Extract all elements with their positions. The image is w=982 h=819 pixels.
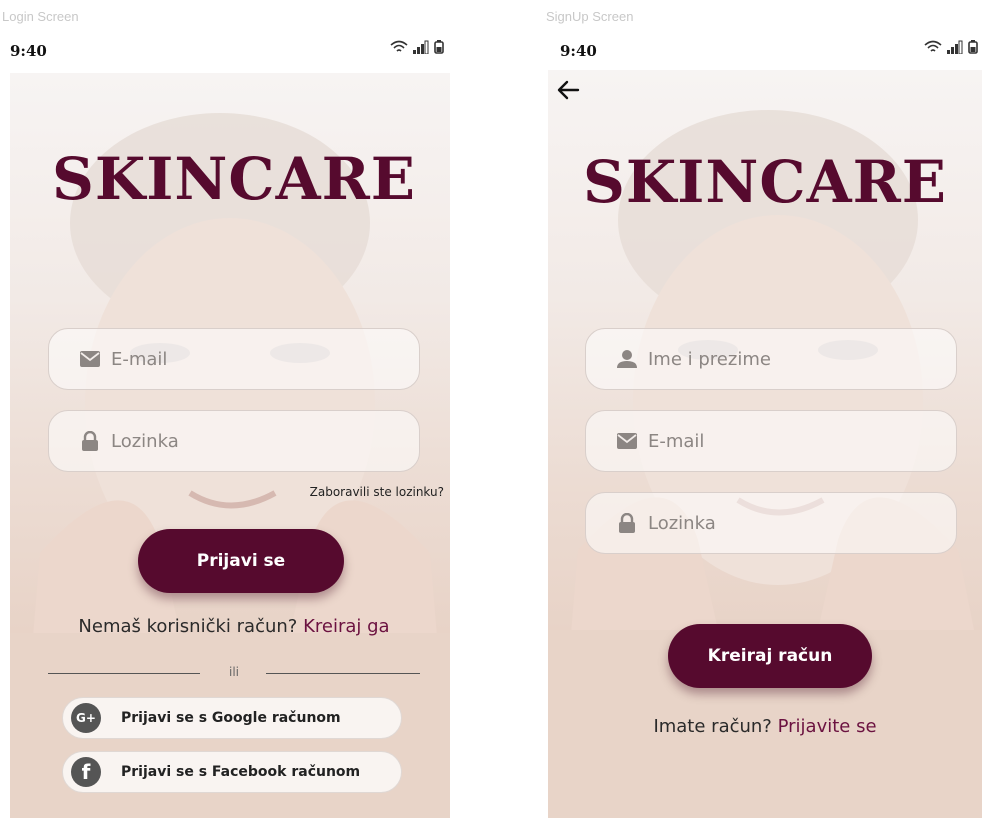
status-bar: 9:40: [538, 28, 982, 72]
back-arrow-icon[interactable]: [556, 78, 586, 102]
password-field[interactable]: [48, 410, 420, 472]
email-input[interactable]: [648, 430, 908, 452]
lock-icon: [616, 512, 638, 534]
name-input[interactable]: [648, 348, 908, 370]
signup-phone: 9:40 SKINCARE Ime i prezime E-mail Kreir…: [538, 28, 982, 818]
password-input[interactable]: [648, 512, 908, 534]
google-login-button[interactable]: G+ Prijavi se s Google računom: [62, 697, 402, 739]
password-input[interactable]: [111, 430, 371, 452]
login-phone: 9:40 SKINCARE E-mail Zaboravili ste lozi…: [0, 28, 450, 818]
login-link[interactable]: Prijavite se: [778, 716, 877, 737]
have-account-prompt: Imate račun? Prijavite se: [548, 716, 982, 737]
lock-icon: [79, 430, 101, 452]
brand-title: SKINCARE: [51, 145, 416, 213]
or-divider: ili: [48, 663, 420, 683]
facebook-login-button[interactable]: f Prijavi se s Facebook računom: [62, 751, 402, 793]
email-input[interactable]: [111, 348, 371, 370]
google-login-label: Prijavi se s Google računom: [121, 710, 341, 726]
create-account-button[interactable]: Kreiraj račun: [668, 624, 872, 688]
login-screen-label: Login Screen: [2, 9, 79, 24]
google-plus-icon: G+: [71, 703, 101, 733]
status-time: 9:40: [10, 42, 47, 60]
no-account-prompt: Nemaš korisnički račun? Kreiraj ga: [10, 616, 450, 637]
status-icons: [924, 40, 978, 54]
have-account-text: Imate račun?: [653, 716, 772, 737]
mail-icon: [616, 430, 638, 452]
no-account-text: Nemaš korisnički račun?: [78, 616, 298, 637]
forgot-password-link[interactable]: Zaboravili ste lozinku?: [310, 485, 444, 499]
email-field[interactable]: [585, 410, 957, 472]
signal-icon: [947, 40, 963, 54]
battery-icon: [434, 40, 444, 54]
mail-icon: [79, 348, 101, 370]
brand-title: SKINCARE: [582, 148, 947, 216]
wifi-icon: [924, 40, 942, 52]
battery-icon: [968, 40, 978, 54]
login-content: SKINCARE Zaboravili ste lozinku? Prijavi…: [10, 73, 450, 818]
status-icons: [390, 40, 444, 54]
or-text: ili: [228, 665, 239, 679]
password-field[interactable]: [585, 492, 957, 554]
divider-line-right: [266, 673, 420, 674]
person-icon: [616, 348, 638, 370]
email-field[interactable]: [48, 328, 420, 390]
create-account-link[interactable]: Kreiraj ga: [303, 616, 390, 637]
login-button[interactable]: Prijavi se: [138, 529, 344, 593]
wifi-icon: [390, 40, 408, 52]
status-time: 9:40: [560, 42, 597, 60]
facebook-login-label: Prijavi se s Facebook računom: [121, 764, 361, 780]
signal-icon: [413, 40, 429, 54]
status-bar: 9:40: [0, 28, 450, 72]
signup-screen-label: SignUp Screen: [546, 9, 634, 24]
name-field[interactable]: [585, 328, 957, 390]
facebook-icon: f: [71, 757, 101, 787]
signup-content: SKINCARE Kreiraj račun Imate račun? Prij…: [548, 70, 982, 818]
